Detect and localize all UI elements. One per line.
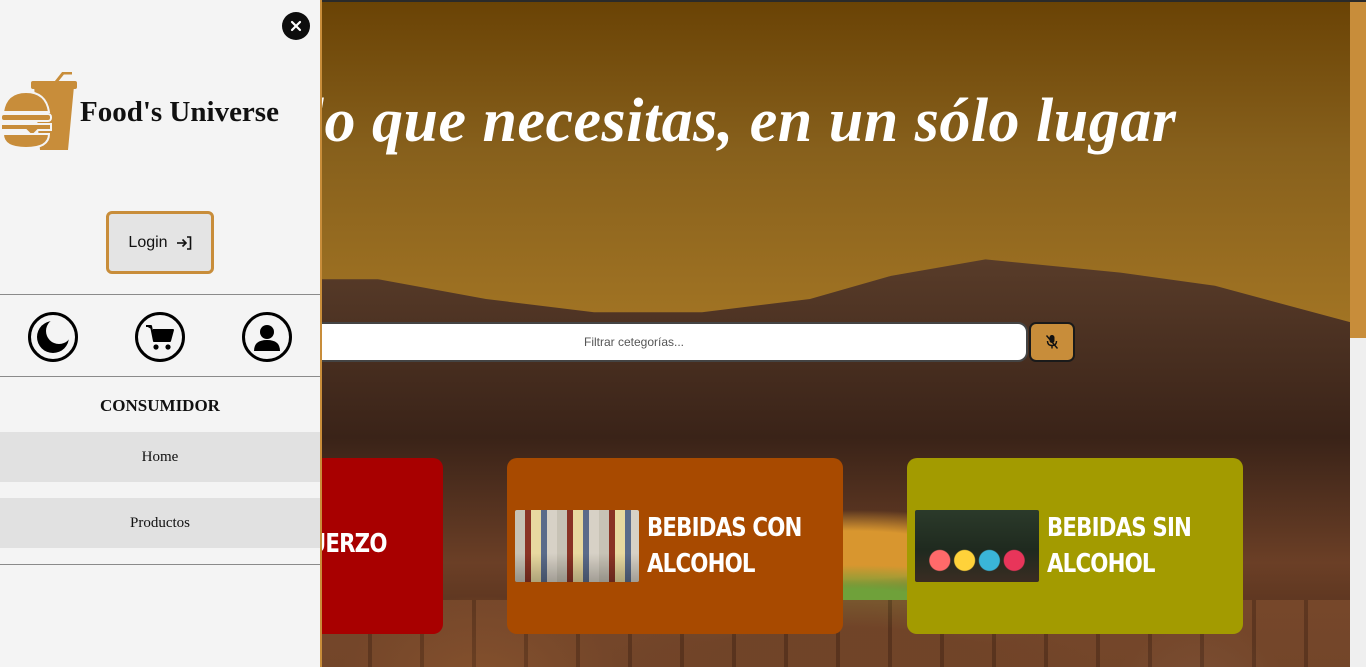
brand-name: Food's Universe [80, 95, 279, 128]
divider [0, 376, 320, 377]
close-icon [290, 20, 302, 32]
profile-button[interactable] [242, 312, 292, 362]
role-label: CONSUMIDOR [100, 396, 220, 415]
category-title: BEBIDAS SIN ALCOHOL [1047, 513, 1192, 579]
dark-mode-moon-icon [37, 319, 71, 353]
cart-button[interactable] [135, 312, 185, 362]
side-drawer: Food's Universe Login CONSUMIDOR Home Pr… [0, 0, 322, 667]
brand: Food's Universe [0, 72, 320, 152]
close-drawer-button[interactable] [282, 12, 310, 40]
scrollbar-track-lower[interactable] [1350, 338, 1366, 667]
microphone-off-icon [1045, 335, 1059, 349]
login-label: Login [128, 233, 168, 251]
nav-item-productos[interactable]: Productos [0, 498, 320, 548]
dark-mode-toggle[interactable] [28, 312, 78, 362]
category-title: BEBIDAS CON ALCOHOL [647, 513, 802, 579]
scrollbar-track-upper[interactable] [1350, 2, 1366, 338]
category-card-non-alcoholic-drinks[interactable]: BEBIDAS SIN ALCOHOL [907, 458, 1243, 634]
category-card-alcoholic-drinks[interactable]: BEBIDAS CON ALCOHOL [507, 458, 843, 634]
login-arrow-icon [176, 235, 191, 250]
voice-search-button[interactable] [1029, 322, 1075, 362]
nav-item-home[interactable]: Home [0, 432, 320, 482]
cocktails-photo [915, 510, 1039, 582]
login-button[interactable]: Login [106, 211, 214, 274]
category-search-input[interactable] [240, 322, 1028, 362]
burger-drink-logo [0, 72, 77, 150]
quick-actions [0, 296, 320, 376]
category-search [240, 322, 1028, 362]
cart-icon [146, 325, 174, 350]
liquor-bottles-photo [515, 510, 639, 582]
user-profile-icon [254, 325, 280, 351]
divider [0, 294, 320, 295]
divider [0, 564, 320, 565]
